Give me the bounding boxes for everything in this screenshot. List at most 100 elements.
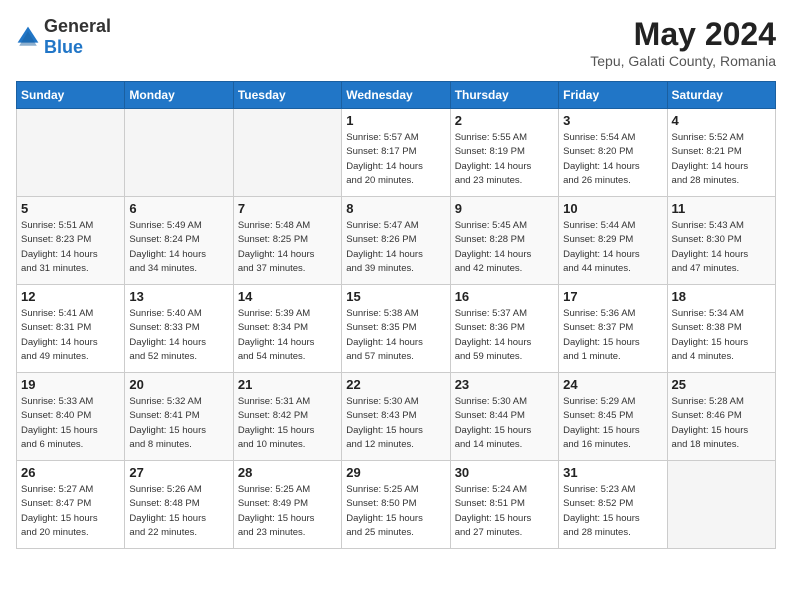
day-cell: 13 Sunrise: 5:40 AM Sunset: 8:33 PM Dayli…: [125, 285, 233, 373]
day-number: 24: [563, 377, 662, 392]
day-info: Sunrise: 5:48 AM Sunset: 8:25 PM Dayligh…: [238, 219, 337, 276]
day-cell: 9Sunrise: 5:45 AM Sunset: 8:28 PM Daylig…: [450, 197, 558, 285]
header-sunday: Sunday: [17, 82, 125, 109]
page-header: General Blue May 2024 Tepu, Galati Count…: [16, 16, 776, 69]
day-number: 2: [455, 113, 554, 128]
day-cell: 21 Sunrise: 5:31 AM Sunset: 8:42 PM Dayli…: [233, 373, 341, 461]
day-info: Sunrise: 5:41 AM Sunset: 8:31 PM Dayligh…: [21, 307, 120, 364]
day-info: Sunrise: 5:52 AM Sunset: 8:21 PM Dayligh…: [672, 131, 771, 188]
day-number: 1: [346, 113, 445, 128]
header-wednesday: Wednesday: [342, 82, 450, 109]
day-info: Sunrise: 5:47 AM Sunset: 8:26 PM Dayligh…: [346, 219, 445, 276]
month-year-title: May 2024: [590, 16, 776, 53]
day-cell: 15 Sunrise: 5:38 AM Sunset: 8:35 PM Dayli…: [342, 285, 450, 373]
day-number: 11: [672, 201, 771, 216]
day-number: 25: [672, 377, 771, 392]
day-info: Sunrise: 5:49 AM Sunset: 8:24 PM Dayligh…: [129, 219, 228, 276]
day-info: Sunrise: 5:30 AM Sunset: 8:43 PM Dayligh…: [346, 395, 445, 452]
day-info: Sunrise: 5:29 AM Sunset: 8:45 PM Dayligh…: [563, 395, 662, 452]
day-number: 15: [346, 289, 445, 304]
day-cell: 26 Sunrise: 5:27 AM Sunset: 8:47 PM Dayli…: [17, 461, 125, 549]
day-cell: 11 Sunrise: 5:43 AM Sunset: 8:30 PM Dayli…: [667, 197, 775, 285]
day-number: 21: [238, 377, 337, 392]
day-cell: [667, 461, 775, 549]
day-number: 18: [672, 289, 771, 304]
day-cell: 18 Sunrise: 5:34 AM Sunset: 8:38 PM Dayli…: [667, 285, 775, 373]
day-info: Sunrise: 5:25 AM Sunset: 8:49 PM Dayligh…: [238, 483, 337, 540]
day-cell: 5Sunrise: 5:51 AM Sunset: 8:23 PM Daylig…: [17, 197, 125, 285]
day-cell: 4Sunrise: 5:52 AM Sunset: 8:21 PM Daylig…: [667, 109, 775, 197]
day-number: 26: [21, 465, 120, 480]
day-info: Sunrise: 5:32 AM Sunset: 8:41 PM Dayligh…: [129, 395, 228, 452]
day-info: Sunrise: 5:40 AM Sunset: 8:33 PM Dayligh…: [129, 307, 228, 364]
day-info: Sunrise: 5:55 AM Sunset: 8:19 PM Dayligh…: [455, 131, 554, 188]
day-number: 23: [455, 377, 554, 392]
day-info: Sunrise: 5:54 AM Sunset: 8:20 PM Dayligh…: [563, 131, 662, 188]
title-block: May 2024 Tepu, Galati County, Romania: [590, 16, 776, 69]
day-cell: 30 Sunrise: 5:24 AM Sunset: 8:51 PM Dayli…: [450, 461, 558, 549]
header-friday: Friday: [559, 82, 667, 109]
day-number: 27: [129, 465, 228, 480]
day-cell: 10Sunrise: 5:44 AM Sunset: 8:29 PM Dayli…: [559, 197, 667, 285]
day-number: 13: [129, 289, 228, 304]
week-row-1: 5Sunrise: 5:51 AM Sunset: 8:23 PM Daylig…: [17, 197, 776, 285]
day-cell: 24 Sunrise: 5:29 AM Sunset: 8:45 PM Dayli…: [559, 373, 667, 461]
day-cell: [17, 109, 125, 197]
logo-icon: [16, 25, 40, 49]
day-info: Sunrise: 5:43 AM Sunset: 8:30 PM Dayligh…: [672, 219, 771, 276]
header-monday: Monday: [125, 82, 233, 109]
day-number: 10: [563, 201, 662, 216]
day-info: Sunrise: 5:33 AM Sunset: 8:40 PM Dayligh…: [21, 395, 120, 452]
day-number: 7: [238, 201, 337, 216]
day-cell: 28 Sunrise: 5:25 AM Sunset: 8:49 PM Dayli…: [233, 461, 341, 549]
day-number: 22: [346, 377, 445, 392]
day-info: Sunrise: 5:34 AM Sunset: 8:38 PM Dayligh…: [672, 307, 771, 364]
day-number: 12: [21, 289, 120, 304]
day-info: Sunrise: 5:38 AM Sunset: 8:35 PM Dayligh…: [346, 307, 445, 364]
day-info: Sunrise: 5:51 AM Sunset: 8:23 PM Dayligh…: [21, 219, 120, 276]
day-cell: 14Sunrise: 5:39 AM Sunset: 8:34 PM Dayli…: [233, 285, 341, 373]
day-cell: 7 Sunrise: 5:48 AM Sunset: 8:25 PM Daylig…: [233, 197, 341, 285]
day-number: 9: [455, 201, 554, 216]
day-number: 30: [455, 465, 554, 480]
day-number: 6: [129, 201, 228, 216]
header-saturday: Saturday: [667, 82, 775, 109]
week-row-2: 12 Sunrise: 5:41 AM Sunset: 8:31 PM Dayli…: [17, 285, 776, 373]
day-info: Sunrise: 5:24 AM Sunset: 8:51 PM Dayligh…: [455, 483, 554, 540]
day-number: 3: [563, 113, 662, 128]
logo-general: General: [44, 16, 111, 36]
day-info: Sunrise: 5:27 AM Sunset: 8:47 PM Dayligh…: [21, 483, 120, 540]
day-cell: 27Sunrise: 5:26 AM Sunset: 8:48 PM Dayli…: [125, 461, 233, 549]
day-cell: 12 Sunrise: 5:41 AM Sunset: 8:31 PM Dayli…: [17, 285, 125, 373]
header-thursday: Thursday: [450, 82, 558, 109]
week-row-4: 26 Sunrise: 5:27 AM Sunset: 8:47 PM Dayli…: [17, 461, 776, 549]
day-info: Sunrise: 5:25 AM Sunset: 8:50 PM Dayligh…: [346, 483, 445, 540]
day-info: Sunrise: 5:31 AM Sunset: 8:42 PM Dayligh…: [238, 395, 337, 452]
day-cell: 1 Sunrise: 5:57 AM Sunset: 8:17 PM Daylig…: [342, 109, 450, 197]
day-number: 31: [563, 465, 662, 480]
day-number: 29: [346, 465, 445, 480]
day-cell: 2 Sunrise: 5:55 AM Sunset: 8:19 PM Daylig…: [450, 109, 558, 197]
day-number: 28: [238, 465, 337, 480]
day-number: 16: [455, 289, 554, 304]
logo-blue: Blue: [44, 37, 83, 57]
day-number: 14: [238, 289, 337, 304]
day-info: Sunrise: 5:57 AM Sunset: 8:17 PM Dayligh…: [346, 131, 445, 188]
day-cell: 6 Sunrise: 5:49 AM Sunset: 8:24 PM Daylig…: [125, 197, 233, 285]
calendar-table: SundayMondayTuesdayWednesdayThursdayFrid…: [16, 81, 776, 549]
day-cell: 3 Sunrise: 5:54 AM Sunset: 8:20 PM Daylig…: [559, 109, 667, 197]
day-info: Sunrise: 5:30 AM Sunset: 8:44 PM Dayligh…: [455, 395, 554, 452]
day-info: Sunrise: 5:23 AM Sunset: 8:52 PM Dayligh…: [563, 483, 662, 540]
day-cell: 25Sunrise: 5:28 AM Sunset: 8:46 PM Dayli…: [667, 373, 775, 461]
day-number: 8: [346, 201, 445, 216]
header-tuesday: Tuesday: [233, 82, 341, 109]
day-cell: 31 Sunrise: 5:23 AM Sunset: 8:52 PM Dayli…: [559, 461, 667, 549]
day-number: 19: [21, 377, 120, 392]
day-cell: [125, 109, 233, 197]
day-cell: 16 Sunrise: 5:37 AM Sunset: 8:36 PM Dayli…: [450, 285, 558, 373]
week-row-3: 19 Sunrise: 5:33 AM Sunset: 8:40 PM Dayli…: [17, 373, 776, 461]
location-title: Tepu, Galati County, Romania: [590, 53, 776, 69]
day-cell: 17Sunrise: 5:36 AM Sunset: 8:37 PM Dayli…: [559, 285, 667, 373]
day-info: Sunrise: 5:37 AM Sunset: 8:36 PM Dayligh…: [455, 307, 554, 364]
day-info: Sunrise: 5:36 AM Sunset: 8:37 PM Dayligh…: [563, 307, 662, 364]
